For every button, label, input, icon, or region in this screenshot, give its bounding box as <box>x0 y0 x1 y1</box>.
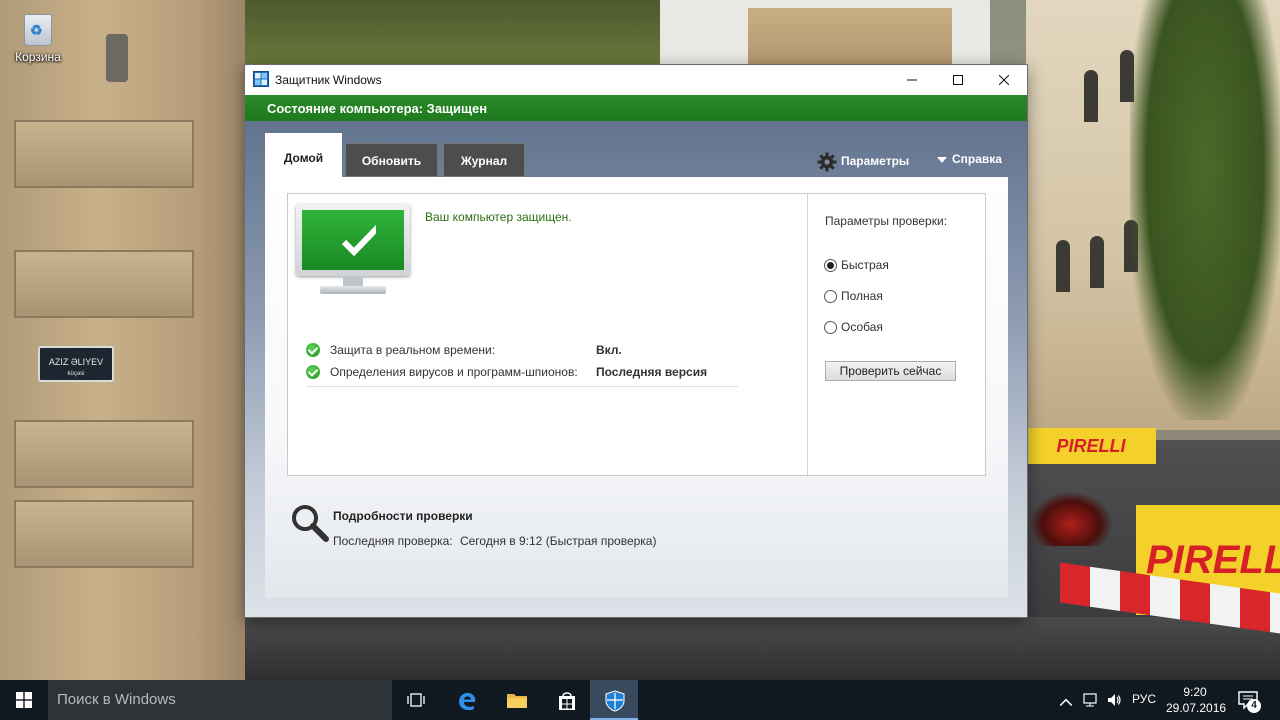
window-body: Домой Обновить Журнал Параметры Справка <box>245 121 1027 617</box>
wallpaper-window <box>1056 240 1070 292</box>
help-label: Справка <box>952 152 1002 166</box>
edge-taskbar-button[interactable] <box>442 680 490 720</box>
protection-status-bar: Состояние компьютера: Защищен <box>245 95 1027 121</box>
wallpaper-race-car <box>1030 492 1112 546</box>
settings-label: Параметры <box>841 154 910 169</box>
close-icon <box>998 74 1010 86</box>
clock-date: 29.07.2016 <box>1166 701 1227 715</box>
chevron-up-icon[interactable] <box>1058 694 1074 710</box>
edge-icon <box>459 692 476 711</box>
file-explorer-taskbar-button[interactable] <box>492 680 540 720</box>
protected-monitor-icon <box>296 204 410 304</box>
last-scan-value: Сегодня в 9:12 (Быстрая проверка) <box>459 534 657 548</box>
file-explorer-icon <box>507 694 527 708</box>
protection-status-text: Состояние компьютера: Защищен <box>267 101 488 116</box>
wallpaper-tree <box>1130 0 1280 420</box>
wallpaper-stone-block <box>14 500 194 568</box>
defender-icon <box>605 690 625 712</box>
wallpaper-stone-block <box>14 250 194 318</box>
status-row-label: Определения вирусов и программ-шпионов: <box>330 365 578 379</box>
tab-update[interactable]: Обновить <box>345 143 438 177</box>
checkmark-icon <box>341 224 376 257</box>
wallpaper-tower <box>748 8 952 66</box>
wallpaper-road <box>245 617 1280 680</box>
window-title: Защитник Windows <box>275 73 382 87</box>
help-link[interactable]: Справка <box>937 152 1002 166</box>
input-language-indicator[interactable]: РУС <box>1132 692 1156 706</box>
maximize-icon <box>953 75 963 85</box>
divider <box>306 386 738 387</box>
network-icon[interactable] <box>1082 692 1098 708</box>
task-view-icon <box>407 693 425 707</box>
wallpaper-stone-block <box>14 120 194 188</box>
wallpaper-window <box>1090 236 1104 288</box>
minimize-icon <box>907 79 917 81</box>
street-sign-subtext: küçəsi <box>67 371 85 377</box>
taskbar-search-box[interactable]: Поиск в Windows <box>48 680 392 720</box>
scan-option-label: Быстрая <box>841 258 889 272</box>
status-panel: Ваш компьютер защищен. Защита в реальном… <box>287 193 986 476</box>
recycle-bin-desktop-icon[interactable]: ♻ Корзина <box>8 8 68 64</box>
status-row-label: Защита в реальном времени: <box>330 343 496 357</box>
scan-options-title: Параметры проверки: <box>825 214 948 228</box>
tab-history[interactable]: Журнал <box>443 143 525 177</box>
store-icon <box>559 692 575 710</box>
defender-taskbar-button[interactable] <box>590 680 638 720</box>
start-button[interactable] <box>0 680 48 720</box>
windows-logo-icon <box>16 692 32 708</box>
status-row-value: Вкл. <box>596 343 622 357</box>
wallpaper-banner: PIRELLI <box>1026 428 1156 464</box>
wallpaper-lamp <box>106 34 128 82</box>
scan-option-label: Особая <box>841 320 883 334</box>
street-sign-text: AZIZ ƏLIYEV <box>48 357 104 367</box>
protected-message: Ваш компьютер защищен. <box>425 210 572 224</box>
volume-icon[interactable] <box>1106 692 1122 708</box>
last-scan-label: Последняя проверка: <box>333 534 453 548</box>
task-view-button[interactable] <box>392 680 440 720</box>
windows-defender-window: Защитник Windows Состояние компьютера: З… <box>245 65 1027 617</box>
ok-check-icon <box>306 365 320 379</box>
scan-details-title: Подробности проверки <box>333 509 473 523</box>
recycle-bin-icon: ♻ <box>20 8 56 46</box>
chevron-down-icon <box>937 156 947 163</box>
gear-icon <box>817 152 837 172</box>
close-button[interactable] <box>981 65 1027 95</box>
recycle-bin-label: Корзина <box>15 50 61 64</box>
title-bar[interactable]: Защитник Windows <box>245 65 1027 95</box>
ok-check-icon <box>306 343 320 357</box>
tab-home[interactable]: Домой <box>265 133 342 177</box>
minimize-button[interactable] <box>889 65 935 95</box>
last-scan-line: Последняя проверка: Сегодня в 9:12 (Быст… <box>333 534 660 548</box>
settings-link[interactable]: Параметры <box>817 152 909 172</box>
wallpaper-street-sign: AZIZ ƏLIYEV küçəsi <box>38 346 114 382</box>
radio-icon <box>824 321 837 334</box>
maximize-button[interactable] <box>935 65 981 95</box>
radio-selected-icon <box>824 259 837 272</box>
scan-details-section: Подробности проверки Последняя проверка:… <box>290 503 710 563</box>
notification-count-badge: 4 <box>1247 699 1261 713</box>
clock-time: 9:20 <box>1183 685 1207 699</box>
status-row-value: Последняя версия <box>596 365 708 379</box>
scan-options-panel: Параметры проверки: Быстрая Полная Особа… <box>807 194 986 475</box>
taskbar: Поиск в Windows РУС 9:20 29.07.2016 4 <box>0 680 1280 720</box>
wallpaper-stone-block <box>14 420 194 488</box>
home-tab-content: Ваш компьютер защищен. Защита в реальном… <box>265 177 1008 598</box>
wallpaper-left-building: AZIZ ƏLIYEV küçəsi <box>0 0 245 680</box>
defender-app-icon <box>253 71 269 87</box>
magnifier-icon <box>292 505 329 542</box>
radio-icon <box>824 290 837 303</box>
scan-now-button[interactable]: Проверить сейчас <box>825 361 956 381</box>
scan-option-label: Полная <box>841 289 883 303</box>
store-taskbar-button[interactable] <box>542 680 590 720</box>
wallpaper-window <box>1084 70 1098 122</box>
taskbar-clock[interactable]: 9:20 29.07.2016 <box>1166 684 1227 716</box>
